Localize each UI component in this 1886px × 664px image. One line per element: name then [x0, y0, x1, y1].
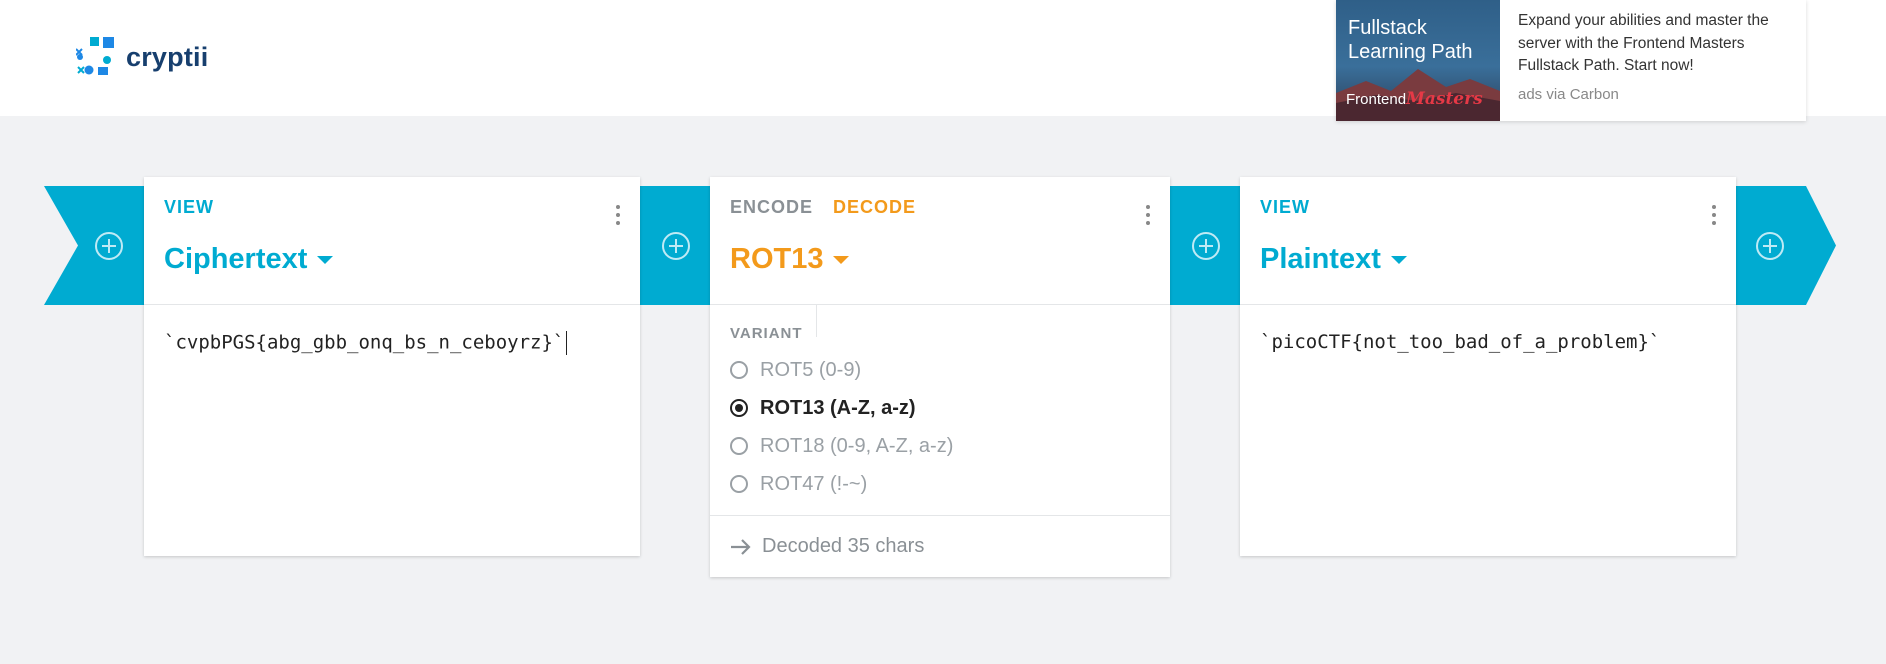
plaintext-output[interactable]: `picoCTF{not_too_bad_of_a_problem}` — [1260, 331, 1660, 353]
variant-option-rot5[interactable]: ROT5 (0-9) — [730, 351, 953, 389]
add-icon[interactable] — [1755, 231, 1785, 261]
status-text: Decoded 35 chars — [762, 535, 925, 557]
ad-via-link[interactable]: ads via Carbon — [1518, 86, 1792, 103]
rot13-card: ENCODE DECODE ROT13 VARIANT ROT5 (0-9) RO… — [710, 177, 1170, 577]
caret-down-icon — [317, 255, 334, 264]
logo-icon — [76, 37, 114, 75]
card-header: VIEW Plaintext — [1240, 177, 1736, 305]
decode-tab[interactable]: DECODE — [833, 197, 916, 217]
add-icon[interactable] — [661, 231, 691, 261]
ad-text[interactable]: Expand your abilities and master the ser… — [1518, 10, 1792, 78]
card-title: ROT13 — [730, 243, 824, 275]
status-bar: Decoded 35 chars — [710, 515, 1170, 577]
more-vert-icon[interactable] — [1712, 205, 1716, 229]
encode-tab[interactable]: ENCODE — [730, 197, 813, 217]
radio-icon — [730, 475, 748, 493]
card-title: Ciphertext — [164, 243, 308, 275]
card-header: ENCODE DECODE ROT13 — [710, 177, 1170, 305]
variant-option-rot13[interactable]: ROT13 (A-Z, a-z) — [730, 389, 953, 427]
ciphertext-card: VIEW Ciphertext `cvpbPGS{abg_gbb_onq_bs_… — [144, 177, 640, 556]
variant-option-rot47[interactable]: ROT47 (!-~) — [730, 465, 953, 503]
more-vert-icon[interactable] — [616, 205, 620, 229]
radio-icon — [730, 399, 748, 417]
pipeline-end-chevron — [1736, 186, 1836, 305]
brick-selector[interactable]: Plaintext — [1260, 243, 1407, 276]
view-label[interactable]: VIEW — [1260, 197, 1310, 218]
radio-icon — [730, 437, 748, 455]
divider — [816, 305, 817, 337]
cryptii-logo[interactable]: cryptii — [76, 37, 208, 77]
mode-toggle: ENCODE DECODE — [730, 197, 936, 218]
ad-image-title: Fullstack Learning Path — [1348, 17, 1473, 63]
add-icon[interactable] — [1191, 231, 1221, 261]
card-title: Plaintext — [1260, 243, 1381, 275]
top-bar: cryptii Fullstack Learning Path Frontend… — [0, 0, 1886, 121]
ad-image-brand: FrontendMasters — [1346, 89, 1483, 109]
variant-option-rot18[interactable]: ROT18 (0-9, A-Z, a-z) — [730, 427, 953, 465]
caret-down-icon — [1390, 255, 1407, 264]
variant-label: VARIANT — [730, 325, 803, 342]
variant-radio-group: ROT5 (0-9) ROT13 (A-Z, a-z) ROT18 (0-9, … — [730, 351, 953, 503]
view-label[interactable]: VIEW — [164, 197, 214, 218]
radio-icon — [730, 361, 748, 379]
plaintext-card: VIEW Plaintext `picoCTF{not_too_bad_of_a… — [1240, 177, 1736, 556]
arrow-right-icon — [731, 538, 751, 555]
brick-selector[interactable]: ROT13 — [730, 243, 850, 276]
text-cursor — [566, 331, 568, 355]
ciphertext-input[interactable]: `cvpbPGS{abg_gbb_onq_bs_n_ceboyrz}` — [164, 331, 568, 355]
add-icon[interactable] — [94, 231, 124, 261]
caret-down-icon — [833, 255, 850, 264]
carbon-ad[interactable]: Fullstack Learning Path FrontendMasters … — [1336, 0, 1806, 121]
logo-text: cryptii — [126, 41, 209, 72]
more-vert-icon[interactable] — [1146, 205, 1150, 229]
brick-selector[interactable]: Ciphertext — [164, 243, 334, 276]
card-header: VIEW Ciphertext — [144, 177, 640, 305]
ad-image[interactable]: Fullstack Learning Path FrontendMasters — [1336, 0, 1500, 121]
